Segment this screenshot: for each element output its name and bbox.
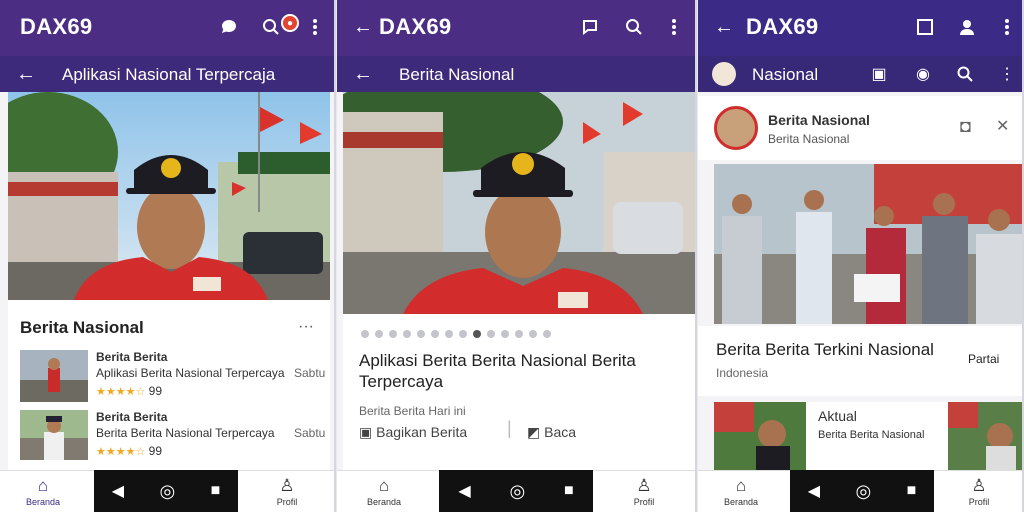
sub-bar: ← Aplikasi Nasional Terpercaja	[0, 56, 334, 92]
image-icon[interactable]: ▣	[868, 63, 890, 85]
avatar[interactable]	[712, 62, 736, 86]
sys-back-icon[interactable]: ◀	[458, 481, 470, 501]
app-bar: ← DAX69	[337, 0, 695, 56]
nav-profile[interactable]: ♙ Profil	[954, 476, 1004, 508]
screenshot-collage: DAX69 ● ← Aplikasi Nasional Terpercaja B…	[0, 0, 1024, 512]
sub-bar: ← Berita Nasional	[337, 56, 695, 92]
screen-subtitle: Berita Nasional	[399, 65, 515, 84]
news-section: Berita Nasional ··· Berita Berita Aplika…	[8, 300, 330, 470]
tablet-icon[interactable]	[914, 16, 936, 38]
app-bar: ← DAX69	[698, 0, 1022, 56]
person-icon[interactable]	[956, 16, 978, 38]
system-nav-bar: ◀ ◎ ■	[790, 470, 934, 512]
article-card: Berita Berita Terkini Nasional Indonesia…	[698, 326, 1022, 396]
notification-badge: ●	[281, 14, 299, 32]
related-title: Aktual	[818, 408, 857, 424]
thumbnail	[20, 350, 88, 402]
sub-bar: Nasional ▣ ◉ ⋮	[698, 56, 1022, 92]
back-arrow-icon[interactable]: ←	[353, 17, 373, 37]
article-meta: Indonesia	[716, 366, 769, 380]
nav-home[interactable]: ⌂ Beranda	[359, 476, 409, 508]
sys-recent-icon[interactable]: ■	[211, 482, 221, 500]
nav-profile[interactable]: ♙ Profil	[619, 476, 669, 508]
person-icon: ♙	[971, 476, 987, 495]
chat-icon[interactable]	[218, 16, 240, 38]
zoom-icon[interactable]: ◉	[912, 63, 934, 85]
system-nav-bar: ◀ ◎ ■	[439, 470, 593, 512]
more-vert-icon[interactable]: ⋮	[996, 63, 1018, 85]
phone-screen-3: ← DAX69 Nasional ▣ ◉ ⋮ Berita Nasional B…	[698, 0, 1024, 512]
brand-title: DAX69	[746, 14, 819, 39]
nav-profile[interactable]: ♙ Profil	[262, 476, 312, 508]
share-icon: ▣	[359, 424, 373, 440]
back-arrow-icon[interactable]: ←	[16, 64, 36, 84]
search-icon[interactable]	[260, 16, 282, 38]
sys-back-icon[interactable]: ◀	[808, 481, 820, 501]
sys-back-icon[interactable]: ◀	[112, 481, 124, 501]
screen-subtitle: Nasional	[752, 65, 819, 84]
article-meta: Berita Berita Hari ini	[359, 404, 466, 418]
phone-screen-2: ← DAX69 ← Berita Nasional Aplikasi Berit…	[337, 0, 697, 512]
related-text: Berita Berita Nasional	[818, 429, 925, 441]
thumbnail	[20, 410, 88, 460]
item-title: Berita Berita	[96, 410, 168, 424]
search-icon[interactable]	[623, 16, 645, 38]
source-sub: Berita Nasional	[768, 132, 850, 146]
read-button[interactable]: ◩ Baca	[527, 424, 576, 441]
sys-home-icon[interactable]: ◎	[159, 481, 175, 502]
article-headline[interactable]: Aplikasi Berita Berita Nasional Berita T…	[359, 350, 679, 392]
person-icon: ♙	[279, 476, 295, 495]
brand-title: DAX69	[379, 14, 452, 39]
home-icon: ⌂	[37, 476, 49, 495]
item-rating: ★★★★☆ 99	[96, 444, 163, 458]
share-button[interactable]: ▣ Bagikan Berita	[359, 424, 467, 441]
item-rating: ★★★★☆ 99	[96, 384, 163, 398]
article-card: Aplikasi Berita Berita Nasional Berita T…	[343, 314, 695, 470]
divider: |	[507, 418, 512, 438]
hero-photo[interactable]	[343, 92, 695, 314]
home-icon: ⌂	[735, 476, 747, 495]
bookmark-icon[interactable]: ◘	[960, 116, 971, 137]
thumbnail	[714, 402, 806, 470]
article-side-meta: Partai	[968, 352, 1000, 366]
sys-home-icon[interactable]: ◎	[509, 481, 525, 502]
close-icon[interactable]: ✕	[996, 116, 1009, 136]
bookmark-icon: ◩	[527, 424, 541, 440]
source-header: Berita Nasional Berita Nasional ◘ ✕	[698, 96, 1022, 160]
item-subtitle: Berita Berita Nasional Terpercaya	[96, 426, 275, 440]
more-vert-icon[interactable]	[663, 16, 685, 38]
chat-icon[interactable]	[579, 16, 601, 38]
source-name: Berita Nasional	[768, 112, 870, 128]
sys-recent-icon[interactable]: ■	[564, 482, 574, 500]
item-subtitle: Aplikasi Berita Nasional Terpercaya	[96, 366, 285, 380]
article-photo[interactable]	[714, 164, 1022, 324]
home-icon: ⌂	[378, 476, 390, 495]
app-bar: DAX69 ●	[0, 0, 334, 56]
back-arrow-icon[interactable]: ←	[353, 64, 373, 84]
nav-home[interactable]: ⌂ Beranda	[716, 476, 766, 508]
brand-title: DAX69	[20, 14, 93, 39]
more-vert-icon[interactable]	[304, 16, 326, 38]
more-horiz-icon[interactable]: ···	[298, 318, 314, 336]
more-vert-icon[interactable]	[996, 16, 1018, 38]
item-meta: Sabtu	[294, 366, 326, 380]
sys-recent-icon[interactable]: ■	[907, 482, 917, 500]
source-avatar[interactable]	[714, 106, 758, 150]
person-icon: ♙	[636, 476, 652, 495]
hero-photo[interactable]	[8, 92, 330, 300]
phone-screen-1: DAX69 ● ← Aplikasi Nasional Terpercaja B…	[0, 0, 336, 512]
back-arrow-icon[interactable]: ←	[714, 17, 734, 37]
item-meta: Sabtu	[294, 426, 326, 440]
nav-home[interactable]: ⌂ Beranda	[18, 476, 68, 508]
search-icon[interactable]	[954, 63, 976, 85]
related-card[interactable]: Aktual Berita Berita Nasional	[714, 402, 1022, 470]
sys-home-icon[interactable]: ◎	[855, 481, 871, 502]
item-title: Berita Berita	[96, 350, 168, 364]
screen-subtitle: Aplikasi Nasional Terpercaja	[62, 65, 276, 84]
section-title: Berita Nasional	[20, 318, 144, 337]
carousel-indicator	[361, 330, 551, 338]
thumbnail	[948, 402, 1022, 470]
article-headline[interactable]: Berita Berita Terkini Nasional	[716, 340, 934, 360]
system-nav-bar: ◀ ◎ ■	[94, 470, 238, 512]
